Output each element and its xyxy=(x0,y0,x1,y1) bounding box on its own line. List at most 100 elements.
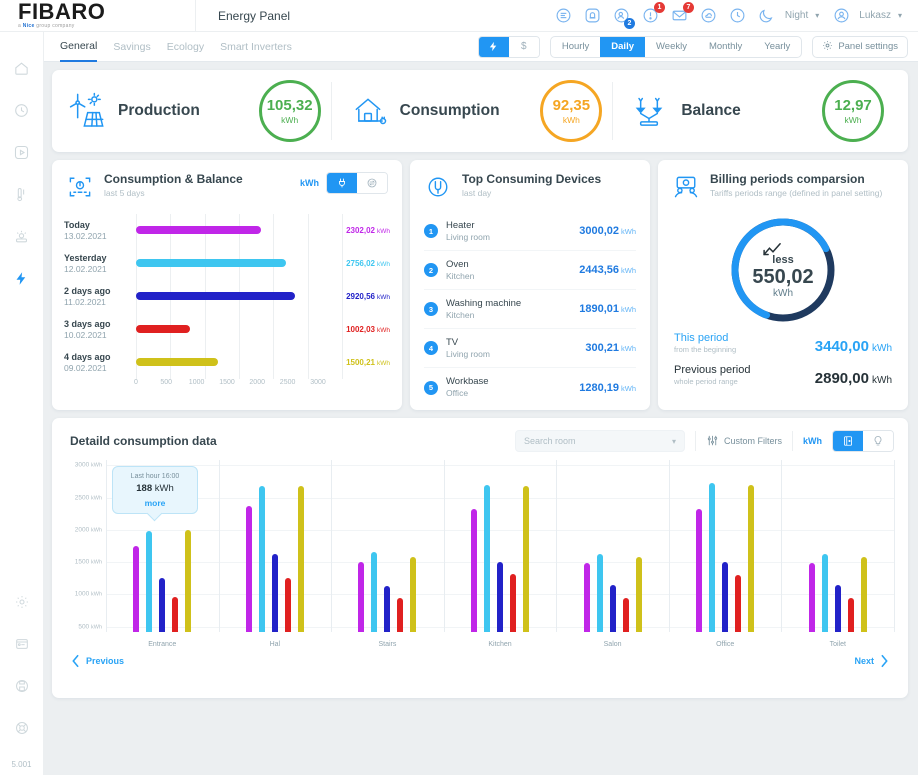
logo-text: FIBARO xyxy=(18,0,106,24)
bar xyxy=(748,484,755,632)
custom-filters-button[interactable]: Custom Filters xyxy=(706,434,782,449)
energy-unit-toggle[interactable] xyxy=(478,36,509,57)
tab-general[interactable]: General xyxy=(60,32,98,62)
rank-badge: 4 xyxy=(424,341,438,355)
period-weekly[interactable]: Weekly xyxy=(645,37,698,57)
tab-savings[interactable]: Savings xyxy=(113,32,150,62)
list-icon[interactable] xyxy=(551,3,577,29)
sidebar-item-history[interactable] xyxy=(8,96,36,124)
chart-group-label: Hal xyxy=(269,641,281,648)
night-mode-label[interactable]: Night xyxy=(785,10,808,21)
bar xyxy=(735,575,742,632)
y-tick: 1000 kWh xyxy=(74,590,102,598)
consumption-balance-titles: Consumption & Balance last 5 days xyxy=(104,172,243,198)
mail-badge: 7 xyxy=(682,1,694,13)
cb-tick: 1500 xyxy=(219,379,235,386)
chart-group-salon: Salon xyxy=(556,460,669,648)
bar xyxy=(523,485,530,632)
cb-bar xyxy=(136,259,286,267)
avatar[interactable] xyxy=(828,3,854,29)
period-hourly[interactable]: Hourly xyxy=(551,37,600,57)
chart-group-entrance: Last hour 16:00 188 kWh more Entrance xyxy=(106,460,219,648)
alarm-icon[interactable] xyxy=(580,3,606,29)
settings-gear-icon[interactable] xyxy=(8,588,36,616)
sidebar-item-devices[interactable] xyxy=(8,180,36,208)
period-daily[interactable]: Daily xyxy=(600,36,645,57)
list-item[interactable]: 4 TV Living room 300,21 kWh xyxy=(424,329,636,368)
top-devices-header: Top Consuming Devices last day xyxy=(410,160,650,210)
list-item[interactable]: 1 Heater Living room 3000,02 kWh xyxy=(424,212,636,251)
next-label: Next xyxy=(854,656,874,666)
summary-production-ring: 105,32 kWh xyxy=(258,80,321,142)
chart-group-hal: Hal xyxy=(219,460,332,648)
cb-row-plot xyxy=(136,313,318,346)
cb-row-value: 1500,21 kWh xyxy=(346,358,390,367)
tab-ecology[interactable]: Ecology xyxy=(167,32,204,62)
list-item[interactable]: 3 Washing machine Kitchen 1890,01 kWh xyxy=(424,290,636,329)
tab-smart-inverters[interactable]: Smart Inverters xyxy=(220,32,292,62)
sidebar-item-home[interactable] xyxy=(8,54,36,82)
house-plug-icon xyxy=(348,91,388,131)
summary-balance-label: Balance xyxy=(681,102,741,119)
cb-row-label: Yesterday 12.02.2021 xyxy=(64,253,136,275)
plug-icon[interactable] xyxy=(327,173,357,193)
period-yearly[interactable]: Yearly xyxy=(753,37,801,57)
device-room: Kitchen xyxy=(446,309,475,320)
cloud-icon[interactable] xyxy=(696,3,722,29)
device-name: TV xyxy=(446,336,459,348)
cb-row-value: 2756,02 kWh xyxy=(346,259,390,268)
clock-icon[interactable] xyxy=(725,3,751,29)
summary-production: Production 105,32 kWh xyxy=(66,80,331,142)
divider xyxy=(792,431,793,451)
list-item[interactable]: 5 Workbase Office 1280,19 kWh xyxy=(424,368,636,407)
bar xyxy=(133,546,140,632)
bar xyxy=(185,530,192,632)
period-monthly[interactable]: Monthly xyxy=(698,37,753,57)
nav-controls: $ Hourly Daily Weekly Monthly Yearly Pan… xyxy=(477,35,918,58)
save-icon[interactable] xyxy=(8,672,36,700)
sidebar-item-energy[interactable] xyxy=(8,264,36,292)
previous-button[interactable]: Previous xyxy=(70,654,124,668)
cb-row-plot xyxy=(136,280,318,313)
chart-tooltip[interactable]: Last hour 16:00 188 kWh more xyxy=(112,466,198,522)
users-icon[interactable]: 2 xyxy=(609,3,635,29)
summary-consumption: Consumption 92,35 kWh xyxy=(330,80,613,142)
bar xyxy=(860,556,867,632)
user-name-label[interactable]: Lukasz xyxy=(859,10,891,21)
currency-unit-toggle[interactable]: $ xyxy=(508,36,539,57)
panels-icon[interactable] xyxy=(8,630,36,658)
exchange-icon[interactable] xyxy=(357,173,387,193)
mail-icon[interactable]: 7 xyxy=(667,1,694,29)
bar xyxy=(371,552,378,632)
billing-row-amount: 2890,00 kWh xyxy=(814,370,892,387)
cb-tick: 3000 xyxy=(310,379,326,386)
billing-titles: Billing periods comparsion Tariffs perio… xyxy=(710,172,882,198)
cb-row-name: 4 days ago xyxy=(64,351,111,362)
chart-group-label: Stairs xyxy=(378,641,397,648)
sidebar-item-scenes[interactable] xyxy=(8,138,36,166)
search-room-select[interactable]: Search room ▾ xyxy=(514,430,685,452)
divider xyxy=(694,431,696,451)
user-chevron-down-icon[interactable]: ▾ xyxy=(898,11,902,20)
rank-badge: 1 xyxy=(424,224,438,238)
bar xyxy=(510,573,517,632)
alert-icon[interactable]: 1 xyxy=(638,1,665,29)
device-value: 3000,02 kWh xyxy=(579,225,636,237)
solar-wind-icon xyxy=(66,91,106,131)
billing-rows: This period from the beginning 3440,00 kW… xyxy=(658,324,908,387)
bar xyxy=(397,597,404,632)
list-item[interactable]: 2 Oven Kitchen 2443,56 kWh xyxy=(424,251,636,290)
support-icon[interactable] xyxy=(8,714,36,742)
sidebar-item-climate[interactable] xyxy=(8,222,36,250)
next-button[interactable]: Next xyxy=(854,654,890,668)
moon-icon[interactable] xyxy=(754,3,780,29)
bar xyxy=(847,598,854,632)
devices-view-icon[interactable] xyxy=(863,431,893,451)
rooms-view-icon[interactable] xyxy=(833,431,863,451)
chevron-down-icon[interactable]: ▾ xyxy=(815,11,819,20)
panel-settings-button[interactable]: Panel settings xyxy=(812,35,908,58)
device-info: TV Living room xyxy=(446,337,490,360)
chart-group-toilet: Toilet xyxy=(781,460,894,648)
brand-logo[interactable]: FIBARO a Nice group company xyxy=(0,0,196,32)
summary-balance-value: 12,97 xyxy=(834,96,872,114)
